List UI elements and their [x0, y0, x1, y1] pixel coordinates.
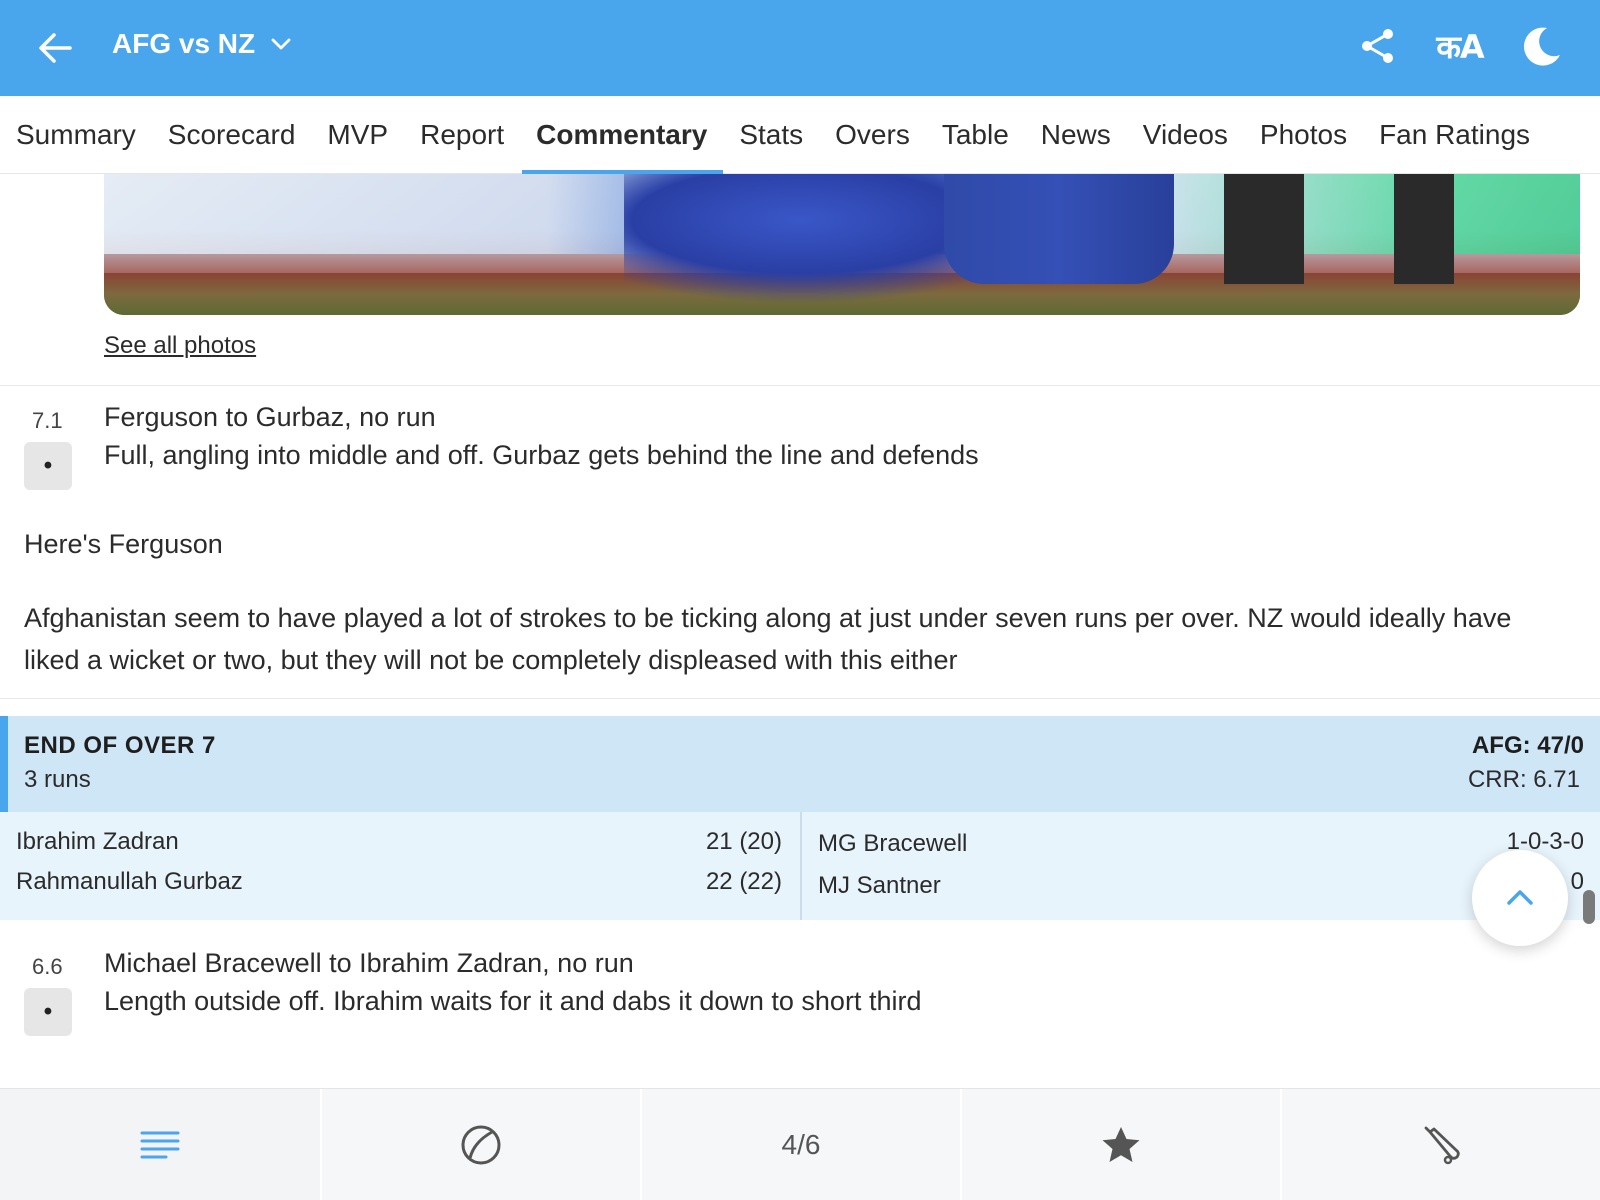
match-title: AFG vs NZ [112, 28, 256, 59]
commentary-note: Afghanistan seem to have played a lot of… [24, 603, 1512, 675]
end-of-over-title: END OF OVER 7 [24, 732, 216, 759]
ball-icon [461, 1125, 501, 1165]
bottom-navigation: 4/6 [0, 1088, 1600, 1200]
team-score: AFG: 47/0 [1471, 732, 1584, 759]
commentary-icon [140, 1131, 180, 1159]
match-tabs: Summary Scorecard MVP Report Commentary … [0, 96, 1600, 174]
divider [0, 698, 1600, 699]
bat-icon [1424, 1126, 1460, 1165]
batter-score: 21 (20) [705, 828, 782, 855]
chevron-down-icon [271, 38, 291, 50]
ball-result-badge: • [24, 988, 72, 1036]
tab-photos[interactable]: Photos [1260, 96, 1347, 174]
dark-mode-moon-icon[interactable] [1520, 24, 1564, 68]
commentary-note: Here's Ferguson [24, 529, 223, 559]
ball-by-ball-button[interactable] [320, 1089, 640, 1200]
batters-column: Ibrahim Zadran 21 (20) Rahmanullah Gurba… [0, 812, 802, 920]
page-indicator[interactable]: 4/6 [640, 1089, 960, 1200]
over-number: 7.1 [32, 408, 63, 433]
app-bar: AFG vs NZ कA [0, 0, 1600, 96]
end-of-over-summary: END OF OVER 7 3 runs AFG: 47/0 CRR: 6.71 [0, 716, 1600, 812]
commentary-list-button[interactable] [0, 1089, 320, 1200]
back-arrow-icon[interactable] [36, 28, 76, 68]
ball-result-badge: • [24, 442, 72, 490]
match-photo[interactable] [104, 174, 1580, 315]
tab-fan-ratings[interactable]: Fan Ratings [1379, 96, 1530, 174]
batting-button[interactable] [1280, 1089, 1600, 1200]
ball-headline: Michael Bracewell to Ibrahim Zadran, no … [104, 948, 634, 978]
tab-news[interactable]: News [1041, 96, 1111, 174]
batter-score: 22 (22) [705, 868, 782, 895]
over-runs: 3 runs [24, 766, 91, 793]
over-number: 6.6 [32, 954, 63, 979]
batter-name: Ibrahim Zadran [16, 828, 179, 855]
tab-summary[interactable]: Summary [16, 96, 136, 174]
scrollbar[interactable] [1583, 890, 1595, 924]
tab-overs[interactable]: Overs [835, 96, 910, 174]
current-run-rate: CRR: 6.71 [1467, 766, 1580, 793]
photo-pads [944, 174, 1174, 284]
bowler-name: MJ Santner [818, 872, 941, 899]
divider [0, 385, 1600, 386]
photo-fielder-leg [1224, 174, 1304, 284]
tab-commentary[interactable]: Commentary [522, 96, 724, 174]
tab-report[interactable]: Report [420, 96, 504, 174]
match-title-dropdown[interactable]: AFG vs NZ [112, 28, 293, 60]
bowler-figures: 0 [1570, 868, 1584, 895]
tab-videos[interactable]: Videos [1143, 96, 1228, 174]
tab-table[interactable]: Table [942, 96, 1009, 174]
tab-mvp[interactable]: MVP [327, 96, 388, 174]
tab-stats[interactable]: Stats [739, 96, 803, 174]
batter-name: Rahmanullah Gurbaz [16, 868, 243, 895]
ball-headline: Ferguson to Gurbaz, no run [104, 402, 436, 432]
end-of-over-players: Ibrahim Zadran 21 (20) Rahmanullah Gurba… [0, 812, 1600, 920]
share-icon[interactable] [1356, 24, 1400, 68]
photo-fielder-leg [1394, 174, 1454, 284]
see-all-photos-link[interactable]: See all photos [104, 332, 256, 360]
ball-description: Full, angling into middle and off. Gurba… [104, 440, 979, 470]
star-icon [1102, 1127, 1140, 1162]
bowler-name: MG Bracewell [818, 830, 968, 857]
highlights-button[interactable] [960, 1089, 1280, 1200]
language-toggle-icon[interactable]: कA [1436, 24, 1484, 68]
chevron-up-icon [1507, 890, 1533, 905]
scroll-to-top-button[interactable] [1472, 850, 1568, 946]
ball-description: Length outside off. Ibrahim waits for it… [104, 986, 922, 1016]
tab-scorecard[interactable]: Scorecard [168, 96, 296, 174]
